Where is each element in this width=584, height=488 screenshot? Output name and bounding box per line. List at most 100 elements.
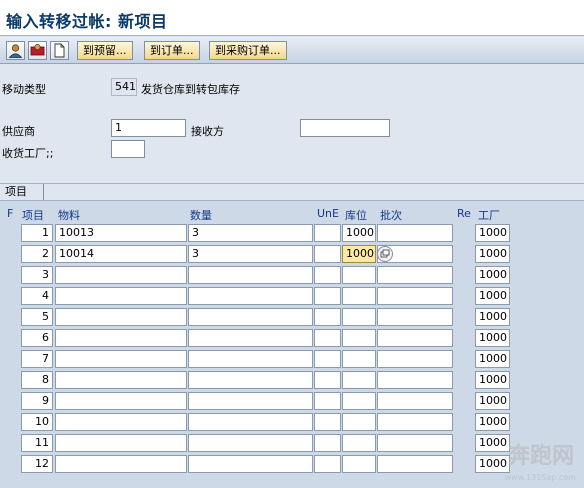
storage-location-cell[interactable] <box>342 287 376 305</box>
value-help-icon[interactable] <box>377 246 393 262</box>
vendor-input[interactable]: 1 <box>111 119 186 137</box>
receiving-plant-input[interactable] <box>111 140 145 158</box>
batch-cell[interactable] <box>377 455 453 473</box>
batch-cell[interactable] <box>377 371 453 389</box>
une-cell[interactable] <box>314 308 341 326</box>
to-order-button[interactable]: 到订单... <box>144 41 200 60</box>
material-cell[interactable] <box>55 455 187 473</box>
receiver-label: 接收方 <box>191 125 224 138</box>
batch-cell[interactable] <box>377 434 453 452</box>
batch-cell[interactable] <box>377 329 453 347</box>
row-number[interactable]: 1 <box>21 224 53 242</box>
row-number[interactable]: 9 <box>21 392 53 410</box>
une-cell[interactable] <box>314 350 341 368</box>
storage-location-cell[interactable] <box>342 455 376 473</box>
material-cell[interactable] <box>55 434 187 452</box>
batch-cell[interactable] <box>377 413 453 431</box>
row-number[interactable]: 8 <box>21 371 53 389</box>
storage-location-cell[interactable] <box>342 434 376 452</box>
plant-cell[interactable]: 1000 <box>475 224 510 242</box>
une-cell[interactable] <box>314 371 341 389</box>
material-cell[interactable]: 10014 <box>55 245 187 263</box>
storage-location-cell[interactable] <box>342 392 376 410</box>
quantity-cell[interactable] <box>188 266 313 284</box>
material-cell[interactable] <box>55 350 187 368</box>
material-cell[interactable] <box>55 392 187 410</box>
une-cell[interactable] <box>314 245 341 263</box>
batch-cell[interactable] <box>377 392 453 410</box>
row-number[interactable]: 2 <box>21 245 53 263</box>
une-cell[interactable] <box>314 434 341 452</box>
row-number[interactable]: 10 <box>21 413 53 431</box>
plant-cell[interactable]: 1000 <box>475 371 510 389</box>
storage-location-cell[interactable] <box>342 350 376 368</box>
material-cell[interactable] <box>55 413 187 431</box>
material-cell[interactable] <box>55 371 187 389</box>
row-number[interactable]: 5 <box>21 308 53 326</box>
plant-cell[interactable]: 1000 <box>475 434 510 452</box>
row-number[interactable]: 3 <box>21 266 53 284</box>
person-icon[interactable] <box>28 41 47 60</box>
row-number[interactable]: 4 <box>21 287 53 305</box>
une-cell[interactable] <box>314 413 341 431</box>
material-cell[interactable]: 10013 <box>55 224 187 242</box>
plant-cell[interactable]: 1000 <box>475 392 510 410</box>
storage-location-cell[interactable] <box>342 413 376 431</box>
row-number[interactable]: 11 <box>21 434 53 452</box>
tab-items[interactable]: 项目 <box>0 184 44 200</box>
user-icon[interactable] <box>6 41 25 60</box>
to-reservation-button[interactable]: 到预留... <box>77 41 133 60</box>
receiver-input[interactable] <box>300 119 390 137</box>
batch-cell[interactable] <box>377 224 453 242</box>
document-icon[interactable] <box>50 41 69 60</box>
batch-cell[interactable] <box>377 308 453 326</box>
quantity-cell[interactable] <box>188 434 313 452</box>
quantity-cell[interactable] <box>188 350 313 368</box>
to-purchase-order-button[interactable]: 到采购订单... <box>209 41 287 60</box>
une-cell[interactable] <box>314 329 341 347</box>
quantity-cell[interactable] <box>188 329 313 347</box>
batch-cell[interactable] <box>377 350 453 368</box>
material-cell[interactable] <box>55 266 187 284</box>
quantity-cell[interactable] <box>188 413 313 431</box>
quantity-cell[interactable]: 3 <box>188 245 313 263</box>
une-cell[interactable] <box>314 224 341 242</box>
storage-location-cell[interactable] <box>342 329 376 347</box>
storage-location-cell[interactable]: 1000 <box>342 245 376 263</box>
quantity-cell[interactable]: 3 <box>188 224 313 242</box>
plant-cell[interactable]: 1000 <box>475 245 510 263</box>
row-number[interactable]: 12 <box>21 455 53 473</box>
storage-location-cell[interactable]: 1000 <box>342 224 376 242</box>
plant-cell[interactable]: 1000 <box>475 308 510 326</box>
plant-cell[interactable]: 1000 <box>475 287 510 305</box>
plant-cell[interactable]: 1000 <box>475 329 510 347</box>
plant-cell[interactable]: 1000 <box>475 413 510 431</box>
material-cell[interactable] <box>55 329 187 347</box>
une-cell[interactable] <box>314 287 341 305</box>
material-cell[interactable] <box>55 287 187 305</box>
col-header-quantity: 数量 <box>190 209 212 222</box>
quantity-cell[interactable] <box>188 392 313 410</box>
storage-location-cell[interactable] <box>342 371 376 389</box>
quantity-cell[interactable] <box>188 308 313 326</box>
quantity-cell[interactable] <box>188 371 313 389</box>
row-number[interactable]: 6 <box>21 329 53 347</box>
plant-cell[interactable]: 1000 <box>475 350 510 368</box>
material-cell[interactable] <box>55 308 187 326</box>
une-cell[interactable] <box>314 266 341 284</box>
une-cell[interactable] <box>314 455 341 473</box>
plant-cell[interactable]: 1000 <box>475 455 510 473</box>
plant-cell[interactable]: 1000 <box>475 266 510 284</box>
vendor-label: 供应商 <box>2 125 35 138</box>
window-title-bar: 输入转移过帐: 新项目 <box>0 0 584 36</box>
row-number[interactable]: 7 <box>21 350 53 368</box>
storage-location-cell[interactable] <box>342 266 376 284</box>
batch-cell[interactable] <box>377 266 453 284</box>
quantity-cell[interactable] <box>188 287 313 305</box>
une-cell[interactable] <box>314 392 341 410</box>
receiving-plant-label: 收货工厂;; <box>2 147 54 160</box>
batch-cell[interactable] <box>377 287 453 305</box>
storage-location-cell[interactable] <box>342 308 376 326</box>
movement-type-label: 移动类型 <box>2 83 46 96</box>
quantity-cell[interactable] <box>188 455 313 473</box>
